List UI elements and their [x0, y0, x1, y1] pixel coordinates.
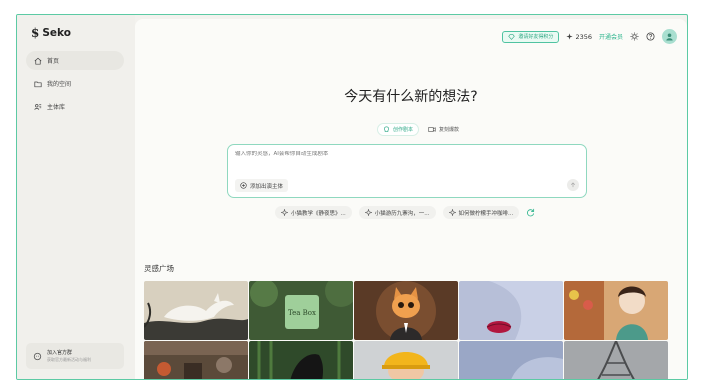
sidebar-item-subject-library[interactable]: 主体库: [26, 97, 124, 116]
suggestion-label: 小猫教学《静夜思》...: [291, 210, 346, 217]
prompt-panel: 添加出演主体: [227, 144, 587, 198]
open-membership-link[interactable]: 开通会员: [599, 32, 623, 41]
sun-icon: [630, 32, 639, 41]
fox-painting-image: [144, 281, 248, 340]
sidebar-item-my-space[interactable]: 我的空间: [26, 74, 124, 93]
main-content: 邀请好友得积分 2356 开通会员 今天有什么新的想法? 创作剧本 复刻爆款 输…: [135, 19, 687, 379]
help-icon: [646, 32, 655, 41]
sparkle-icon: [281, 209, 288, 216]
tab-label: 创作剧本: [393, 127, 414, 133]
invite-label: 邀请好友得积分: [518, 34, 554, 40]
app-window: $ Seko 首页 我的空间 主体库 加入官方群 获取官方最新活动与福利 邀请好…: [16, 14, 688, 380]
app-logo[interactable]: $ Seko: [31, 26, 71, 40]
user-icon: [666, 33, 673, 41]
gallery-card[interactable]: [144, 281, 248, 340]
home-icon: [34, 57, 42, 65]
credits-display[interactable]: 2356: [566, 33, 592, 41]
credits-value: 2356: [575, 32, 592, 41]
arrow-up-icon: [570, 182, 576, 188]
suggestion-chip[interactable]: 小猫教学《静夜思》...: [275, 206, 352, 219]
folder-icon: [34, 81, 42, 87]
suggestion-chip[interactable]: 小猫游历九寨沟，一...: [358, 206, 436, 219]
invite-friends-button[interactable]: 邀请好友得积分: [502, 30, 560, 43]
people-icon: [34, 103, 42, 110]
join-title: 加入官方群: [47, 350, 73, 356]
gallery-card[interactable]: Tea Box: [249, 281, 353, 340]
suggestion-label: 如何做柠檬手冲咖啡...: [458, 210, 514, 217]
sidebar-item-label: 我的空间: [47, 81, 72, 88]
video-icon: [428, 127, 436, 132]
logo-icon: $: [31, 26, 40, 40]
add-subject-button[interactable]: 添加出演主体: [235, 179, 289, 192]
sidebar-item-label: 首页: [47, 58, 60, 65]
gallery-card[interactable]: [459, 281, 563, 340]
avatar[interactable]: [662, 29, 677, 44]
refresh-icon[interactable]: [526, 208, 535, 217]
gallery-card[interactable]: [249, 341, 353, 379]
kitchen-image: [144, 341, 248, 379]
tea-box-caption: Tea Box: [288, 309, 316, 317]
eiffel-tower-image: [564, 341, 668, 379]
mode-tabs: 创作剧本 复刻爆款: [377, 123, 464, 136]
gallery-title: 灵感广场: [144, 264, 174, 273]
send-button[interactable]: [567, 179, 579, 191]
suggestion-label: 小猫游历九寨沟，一...: [374, 210, 430, 217]
gallery-card[interactable]: [144, 341, 248, 379]
top-bar: 邀请好友得积分 2356 开通会员: [502, 29, 677, 44]
gem-icon: [508, 33, 516, 40]
help-button[interactable]: [646, 32, 655, 41]
bamboo-image: [249, 341, 353, 379]
gallery-card[interactable]: [354, 281, 458, 340]
glitter-lips-image: [459, 281, 563, 340]
tea-box-image: Tea Box: [249, 281, 353, 340]
logo-text: Seko: [42, 27, 71, 39]
prompt-input[interactable]: [235, 151, 575, 157]
sidebar: $ Seko 首页 我的空间 主体库 加入官方群 获取官方最新活动与福利: [17, 15, 135, 379]
sparkle-icon: [566, 33, 574, 40]
gallery-card[interactable]: [459, 341, 563, 379]
community-icon: [33, 352, 42, 360]
join-subtitle: 获取官方最新活动与福利: [47, 357, 91, 362]
cartoon-girl-image: [564, 281, 668, 340]
theme-toggle[interactable]: [630, 32, 639, 41]
kitten-image: [354, 281, 458, 340]
blue-portrait-image: [459, 341, 563, 379]
tab-create-script[interactable]: 创作剧本: [377, 123, 420, 136]
add-subject-label: 添加出演主体: [250, 183, 284, 190]
sparkle-icon: [448, 209, 456, 216]
sidebar-item-label: 主体库: [47, 104, 66, 111]
tab-label: 复刻爆款: [439, 127, 460, 133]
bulb-icon: [384, 126, 389, 132]
page-title: 今天有什么新的想法?: [344, 89, 478, 105]
sparkle-icon: [364, 209, 372, 216]
tab-replicate-hit[interactable]: 复刻爆款: [423, 123, 464, 136]
gallery-card[interactable]: [564, 281, 668, 340]
sidebar-item-home[interactable]: 首页: [26, 51, 124, 70]
suggestion-list: 小猫教学《静夜思》... 小猫游历九寨沟，一... 如何做柠檬手冲咖啡...: [275, 206, 535, 219]
add-person-icon: [240, 182, 247, 189]
gallery-card[interactable]: [564, 341, 668, 379]
join-official-group[interactable]: 加入官方群 获取官方最新活动与福利: [26, 343, 124, 369]
gallery-card[interactable]: [354, 341, 458, 379]
sidebar-nav: 首页 我的空间 主体库: [26, 51, 124, 120]
suggestion-chip[interactable]: 如何做柠檬手冲咖啡...: [442, 206, 520, 219]
child-hard-hat-image: [354, 341, 458, 379]
